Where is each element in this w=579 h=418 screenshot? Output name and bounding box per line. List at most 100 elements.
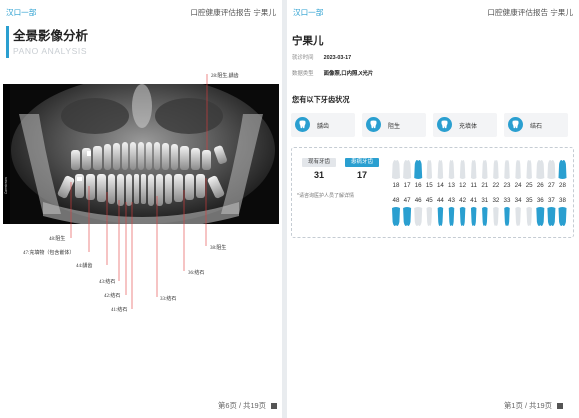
tooth-42 xyxy=(459,207,466,226)
annotation-48: 48:阻生 xyxy=(49,237,66,242)
tooth-icon xyxy=(437,117,452,132)
annotation-38: 38:阻生 xyxy=(210,246,227,251)
data-type-value: 面像照,口内照,X光片 xyxy=(323,71,374,77)
page-indicator: 第6页 / 共19页 xyxy=(218,400,278,411)
exam-time-label: 就诊时间 xyxy=(292,55,314,61)
patient-name: 宁果儿 xyxy=(292,35,324,47)
tooth-46 xyxy=(414,207,423,226)
annotation-33: 33:结石 xyxy=(160,297,177,302)
tooth-number-41: 41 xyxy=(470,197,478,204)
tooth-number-35: 35 xyxy=(525,197,533,204)
dental-chart-panel: 现有牙齿 31 患病牙齿 17 *请咨询医护人员了解详情 18 17 16 15 14 1… xyxy=(291,147,574,238)
tooth-icon xyxy=(508,117,523,132)
condition-calculus: 结石 xyxy=(504,113,568,137)
tooth-number-28: 28 xyxy=(559,182,566,189)
tooth-number-13: 13 xyxy=(448,182,455,189)
tooth-number-46: 46 xyxy=(414,197,422,204)
tooth-number-25: 25 xyxy=(525,182,533,189)
tooth-number-21: 21 xyxy=(481,182,489,189)
tooth-24 xyxy=(515,160,521,179)
exam-time-value: 2023-03-17 xyxy=(323,55,352,61)
page-marker-icon xyxy=(271,403,278,409)
condition-label: 龋齿 xyxy=(317,124,330,130)
tooth-number-17: 17 xyxy=(403,182,411,189)
condition-label: 充填体 xyxy=(459,124,478,130)
tooth-33 xyxy=(504,207,510,226)
annotation-42: 42:结石 xyxy=(104,294,121,299)
tooth-23 xyxy=(504,160,510,179)
tooth-number-37: 37 xyxy=(547,197,555,204)
annotation-lines xyxy=(70,74,208,309)
tooth-27 xyxy=(547,160,556,179)
page-number-text: 第6页 / 共19页 xyxy=(218,401,267,410)
tooth-number-33: 33 xyxy=(503,197,511,204)
tooth-43 xyxy=(448,207,455,226)
tooth-38 xyxy=(558,207,567,226)
tooth-32 xyxy=(493,207,499,226)
annotation-28: 28:阻生,龋齿 xyxy=(211,74,239,79)
tooth-number-44: 44 xyxy=(436,197,444,204)
report-page-right: 汉口一部 口腔健康评估报告 宁果儿 宁果儿 就诊时间 2023-03-17 数据类… xyxy=(287,0,579,418)
tooth-44 xyxy=(437,207,444,226)
tooth-number-31: 31 xyxy=(481,197,489,204)
tooth-number-32: 32 xyxy=(492,197,500,204)
tooth-number-45: 45 xyxy=(425,197,433,204)
tooth-number-22: 22 xyxy=(492,182,500,189)
page-indicator: 第1页 / 共19页 xyxy=(504,400,564,411)
tooth-number-48: 48 xyxy=(392,197,400,204)
tooth-number-38: 38 xyxy=(559,197,566,204)
condition-filling: 充填体 xyxy=(433,113,497,137)
page-number-text: 第1页 / 共19页 xyxy=(504,401,553,410)
annotation-47: 47:充填物（包含嵌体） xyxy=(23,251,75,256)
tooth-18 xyxy=(392,160,400,179)
annotation-43: 43:结石 xyxy=(99,280,116,285)
tooth-28 xyxy=(558,160,567,179)
tooth-35 xyxy=(526,207,532,226)
tooth-17 xyxy=(403,160,412,179)
page-marker-icon xyxy=(557,403,564,409)
tooth-12 xyxy=(459,160,466,179)
tooth-number-15: 15 xyxy=(425,182,433,189)
tooth-14 xyxy=(437,160,444,179)
tooth-number-14: 14 xyxy=(436,182,444,189)
tooth-number-43: 43 xyxy=(448,197,455,204)
tooth-diagram xyxy=(392,160,567,226)
tooth-number-34: 34 xyxy=(514,197,522,204)
tooth-11 xyxy=(470,160,477,179)
tooth-icon xyxy=(366,117,381,132)
tooth-26 xyxy=(536,160,545,179)
tooth-number-27: 27 xyxy=(547,182,555,189)
annotation-41: 41:结石 xyxy=(111,308,128,313)
data-type-row: 数据类型 面像照,口内照,X光片 xyxy=(292,69,373,77)
data-type-label: 数据类型 xyxy=(292,71,314,77)
tooth-21 xyxy=(482,160,488,179)
tooth-48 xyxy=(392,207,400,226)
org-label: 汉口一部 xyxy=(293,8,324,17)
report-page-left: 汉口一部 口腔健康评估报告 宁果儿 全景影像分析 PANO ANALYSIS C… xyxy=(0,0,282,418)
tooth-31 xyxy=(482,207,488,226)
tooth-icon xyxy=(295,117,310,132)
tooth-number-11: 11 xyxy=(470,182,477,189)
tooth-47 xyxy=(403,207,412,226)
tooth-36 xyxy=(536,207,545,226)
tooth-41 xyxy=(470,207,477,226)
tooth-13 xyxy=(448,160,455,179)
page-header: 汉口一部 口腔健康评估报告 宁果儿 xyxy=(293,7,573,19)
annotation-36: 36:结石 xyxy=(188,271,205,276)
tooth-number-47: 47 xyxy=(403,197,411,204)
report-title: 口腔健康评估报告 宁果儿 xyxy=(487,8,573,17)
tooth-number-26: 26 xyxy=(536,182,544,189)
tooth-number-24: 24 xyxy=(514,182,522,189)
tooth-number-16: 16 xyxy=(414,182,422,189)
tooth-22 xyxy=(493,160,499,179)
tooth-15 xyxy=(426,160,433,179)
condition-caries: 龋齿 xyxy=(291,113,355,137)
tooth-16 xyxy=(414,160,423,179)
tooth-number-36: 36 xyxy=(536,197,544,204)
tooth-37 xyxy=(547,207,556,226)
tooth-number-12: 12 xyxy=(459,182,467,189)
exam-time-row: 就诊时间 2023-03-17 xyxy=(292,53,351,61)
tooth-34 xyxy=(515,207,521,226)
conditions-heading: 您有以下牙齿状况 xyxy=(292,95,350,104)
tooth-number-42: 42 xyxy=(459,197,467,204)
